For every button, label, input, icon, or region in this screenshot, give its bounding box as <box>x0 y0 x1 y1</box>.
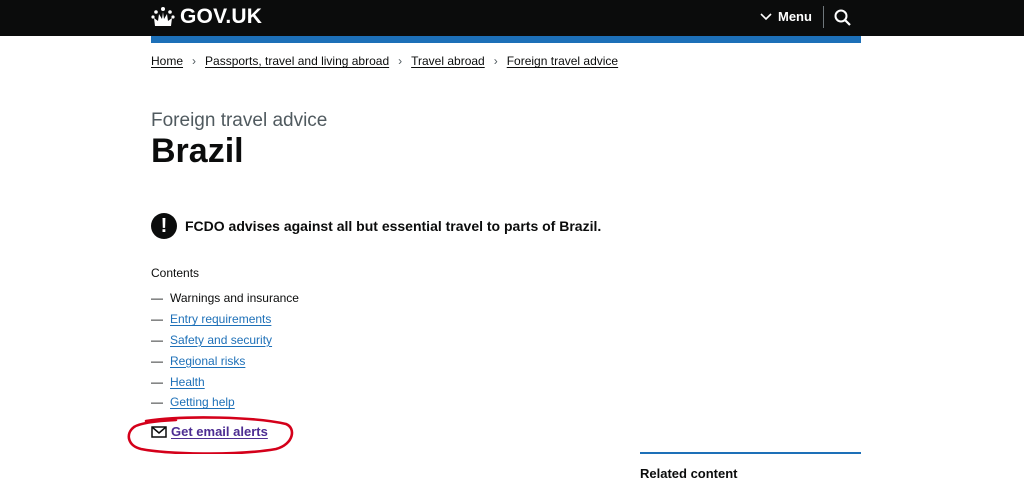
related-content-heading: Related content <box>640 466 738 481</box>
contents-link-entry-requirements[interactable]: Entry requirements <box>170 312 271 326</box>
related-content-divider <box>640 452 861 454</box>
dash-icon: — <box>151 291 163 306</box>
dash-icon: — <box>151 312 163 327</box>
dash-icon: — <box>151 395 163 410</box>
chevron-down-icon <box>760 12 772 20</box>
contents-item-entry: — Entry requirements <box>151 309 299 330</box>
breadcrumb-foreign-travel-advice[interactable]: Foreign travel advice <box>507 54 618 68</box>
breadcrumb-passports[interactable]: Passports, travel and living abroad <box>205 54 389 68</box>
dash-icon: — <box>151 332 163 347</box>
contents-item-safety: — Safety and security <box>151 330 299 351</box>
warning-text: FCDO advises against all but essential t… <box>185 218 602 234</box>
chevron-right-icon: › <box>398 54 403 68</box>
page-title: Brazil <box>151 132 244 170</box>
menu-label: Menu <box>778 9 812 24</box>
warning-callout: ! FCDO advises against all but essential… <box>151 213 601 239</box>
envelope-icon <box>151 425 167 438</box>
header-divider <box>823 6 824 28</box>
contents-item-warnings: — Warnings and insurance <box>151 288 299 309</box>
contents-item-health: — Health <box>151 371 299 392</box>
search-button[interactable] <box>833 8 853 28</box>
site-header: GOV.UK Menu <box>0 0 1024 36</box>
chevron-right-icon: › <box>493 54 498 68</box>
header-blue-bar <box>151 36 861 43</box>
contents-item-help: — Getting help <box>151 392 299 413</box>
email-alerts-label: Get email alerts <box>171 424 268 439</box>
contents-item-regional: — Regional risks <box>151 350 299 371</box>
crown-icon <box>151 7 175 26</box>
contents-link-health[interactable]: Health <box>170 375 205 389</box>
contents-link-getting-help[interactable]: Getting help <box>170 395 235 409</box>
logo-text: GOV.UK <box>180 5 263 28</box>
breadcrumb: Home › Passports, travel and living abro… <box>151 54 618 68</box>
contents-heading: Contents <box>151 266 200 280</box>
contents-link-regional-risks[interactable]: Regional risks <box>170 354 245 368</box>
dash-icon: — <box>151 353 163 368</box>
contents-list: — Warnings and insurance — Entry require… <box>151 288 299 413</box>
search-icon <box>834 9 851 26</box>
breadcrumb-home[interactable]: Home <box>151 54 183 68</box>
contents-link-safety-and-security[interactable]: Safety and security <box>170 333 272 347</box>
page-caption: Foreign travel advice <box>151 110 328 131</box>
breadcrumb-travel-abroad[interactable]: Travel abroad <box>411 54 485 68</box>
email-alerts-link[interactable]: Get email alerts <box>151 424 268 439</box>
chevron-right-icon: › <box>192 54 197 68</box>
menu-button[interactable]: Menu <box>760 9 812 24</box>
govuk-logo-link[interactable]: GOV.UK <box>151 5 262 29</box>
warning-icon: ! <box>151 213 177 239</box>
dash-icon: — <box>151 374 163 389</box>
contents-current-label: Warnings and insurance <box>170 291 299 306</box>
